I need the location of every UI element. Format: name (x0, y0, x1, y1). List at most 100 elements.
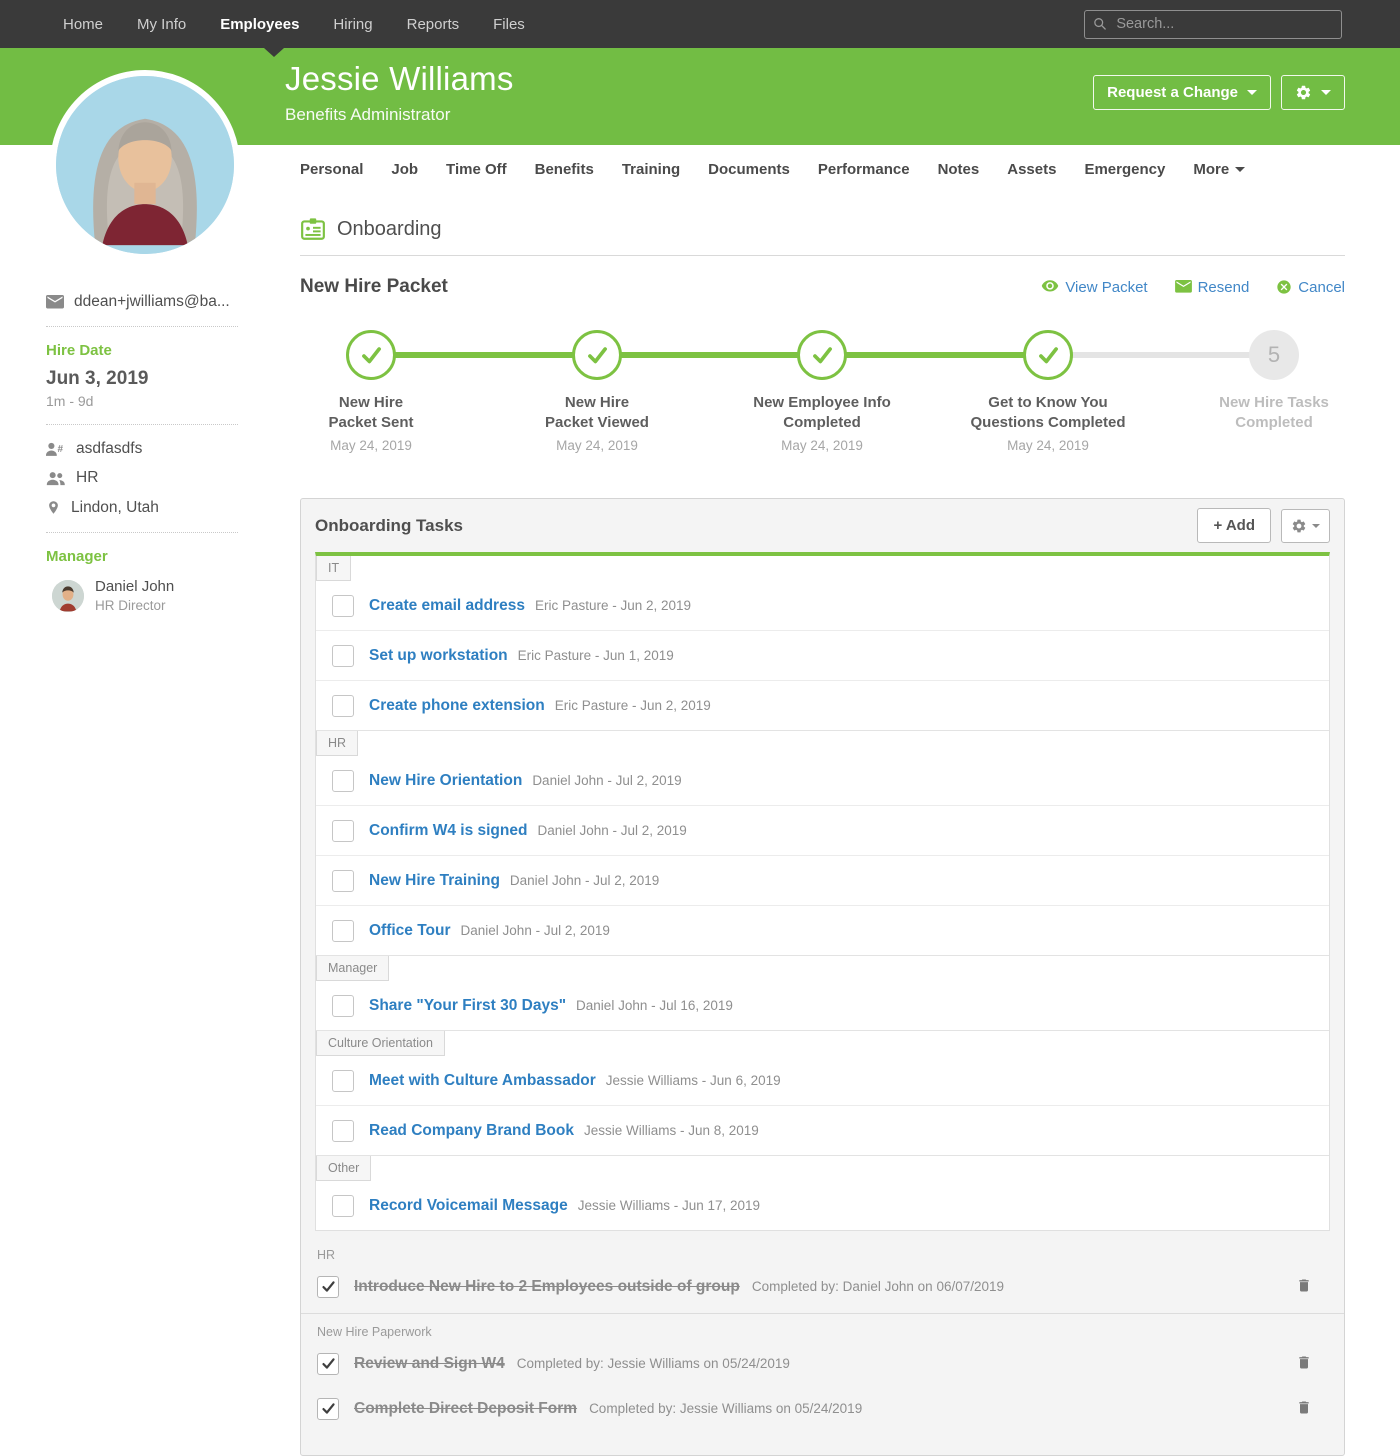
tab-emergency[interactable]: Emergency (1084, 161, 1165, 178)
task-checkbox[interactable] (332, 1194, 354, 1217)
resend-link[interactable]: Resend (1174, 279, 1249, 296)
task-link[interactable]: Confirm W4 is signed (369, 822, 527, 840)
task-link[interactable]: Set up workstation (369, 647, 508, 665)
task-checkbox[interactable] (332, 644, 354, 667)
search-box[interactable] (1084, 9, 1342, 39)
tab-more[interactable]: More (1193, 161, 1246, 178)
add-task-button[interactable]: + Add (1197, 508, 1271, 543)
nav-item-reports[interactable]: Reports (407, 16, 460, 33)
tab-documents[interactable]: Documents (708, 161, 790, 178)
employee-id-icon: # (46, 442, 64, 456)
task-checkbox-checked[interactable] (317, 1352, 339, 1375)
caret-down-icon (1321, 90, 1331, 95)
completed-group-hr: HR Introduce New Hire to 2 Employees outs… (301, 1237, 1344, 1313)
nav-item-hiring[interactable]: Hiring (333, 16, 372, 33)
task-link[interactable]: Office Tour (369, 922, 451, 940)
tab-notes[interactable]: Notes (938, 161, 980, 178)
task-link[interactable]: Read Company Brand Book (369, 1122, 574, 1140)
task-meta: Jessie Williams - Jun 6, 2019 (605, 1073, 781, 1088)
task-checkbox[interactable] (332, 994, 354, 1017)
task-row: Read Company Brand Book Jessie Williams -… (316, 1105, 1329, 1155)
step-date: May 24, 2019 (556, 438, 638, 453)
task-link[interactable]: Record Voicemail Message (369, 1197, 568, 1215)
task-meta: Eric Pasture - Jun 2, 2019 (554, 698, 711, 713)
cancel-link[interactable]: Cancel (1276, 279, 1345, 296)
caret-down-icon (1235, 167, 1246, 172)
task-group-it: IT Create email address Eric Pasture - Jun… (316, 556, 1329, 730)
completed-task-meta: Completed by: Daniel John on 06/07/2019 (751, 1279, 1005, 1294)
tab-job[interactable]: Job (391, 161, 418, 178)
step-check-icon (1039, 347, 1058, 364)
tab-assets[interactable]: Assets (1007, 161, 1056, 178)
step-check-icon (362, 347, 381, 364)
trash-icon (1299, 1401, 1309, 1413)
new-hire-packet-row: New Hire Packet View Packet Resend Cance… (300, 276, 1345, 298)
completed-group-label: New Hire Paperwork (317, 1325, 432, 1339)
stepper-step-new-hire-packet-sent: New Hire Packet Sent May 24, 2019 (271, 330, 471, 453)
onboarding-section-header: Onboarding (300, 216, 1345, 242)
step-number: 5 (1267, 342, 1281, 367)
main-content: Personal Job Time Off Benefits Training Docum… (300, 145, 1345, 1456)
header-settings-button[interactable] (1281, 75, 1345, 110)
task-group-manager: Manager Share "Your First 30 Days" Daniel … (316, 955, 1329, 1030)
step-check-icon (588, 347, 607, 364)
view-packet-link[interactable]: View Packet (1041, 279, 1148, 296)
cancel-circle-icon (1277, 280, 1291, 294)
employee-email[interactable]: ddean+jwilliams@ba... (74, 293, 230, 311)
tab-performance[interactable]: Performance (818, 161, 910, 178)
caret-down-icon (1247, 90, 1257, 95)
task-checkbox[interactable] (332, 919, 354, 942)
nav-item-home[interactable]: Home (63, 16, 103, 33)
task-link[interactable]: New Hire Training (369, 872, 500, 890)
nav-item-employees[interactable]: Employees (220, 16, 299, 33)
resend-envelope-icon (1174, 280, 1192, 293)
step-label-line1: New Hire (338, 394, 404, 411)
onboarding-badge-icon (301, 218, 325, 240)
manager-info: Daniel John HR Director (95, 578, 174, 613)
step-label-line2: Completed (1235, 414, 1313, 431)
task-row: Share "Your First 30 Days" Daniel John - … (316, 981, 1329, 1030)
task-card: IT Create email address Eric Pasture - Jun… (315, 552, 1330, 1231)
task-group-other: Other Record Voicemail Message Jessie Will… (316, 1155, 1329, 1230)
task-checkbox[interactable] (332, 819, 354, 842)
manager-name[interactable]: Daniel John (95, 578, 174, 595)
tab-personal[interactable]: Personal (300, 161, 363, 178)
tab-time-off[interactable]: Time Off (446, 161, 507, 178)
nav-item-files[interactable]: Files (493, 16, 525, 33)
delete-task-button[interactable] (1294, 1352, 1314, 1376)
task-checkbox[interactable] (332, 594, 354, 617)
step-pending-circle: 5 (1249, 330, 1299, 380)
task-link[interactable]: Create phone extension (369, 697, 545, 715)
task-checkbox[interactable] (332, 869, 354, 892)
tab-training[interactable]: Training (622, 161, 680, 178)
task-checkbox[interactable] (332, 769, 354, 792)
task-checkbox-checked[interactable] (317, 1397, 339, 1420)
tab-benefits[interactable]: Benefits (535, 161, 594, 178)
divider (46, 326, 238, 327)
task-link[interactable]: Create email address (369, 597, 525, 615)
request-a-change-button[interactable]: Request a Change (1093, 75, 1271, 110)
task-link[interactable]: Share "Your First 30 Days" (369, 997, 566, 1015)
checked-checkbox-icon (321, 1358, 335, 1369)
task-meta: Eric Pasture - Jun 1, 2019 (517, 648, 674, 663)
completed-task-row: Introduce New Hire to 2 Employees outsid… (315, 1264, 1330, 1309)
tasks-settings-button[interactable] (1281, 508, 1330, 543)
task-checkbox[interactable] (332, 694, 354, 717)
gear-icon (1292, 519, 1306, 532)
department-row: HR (46, 469, 280, 487)
step-label-line2: Completed (783, 414, 861, 431)
delete-task-button[interactable] (1294, 1397, 1314, 1421)
active-tab-pointer (264, 48, 284, 57)
search-input[interactable] (1114, 15, 1333, 33)
onboarding-tasks-panel: Onboarding Tasks + Add IT Create email ad… (300, 498, 1345, 1456)
task-meta: Eric Pasture - Jun 2, 2019 (534, 598, 692, 613)
task-checkbox[interactable] (332, 1069, 354, 1092)
task-link[interactable]: Meet with Culture Ambassador (369, 1072, 596, 1090)
task-link[interactable]: New Hire Orientation (369, 772, 522, 790)
task-row: Office Tour Daniel John - Jul 2, 2019 (316, 905, 1329, 955)
task-checkbox[interactable] (332, 1119, 354, 1142)
nav-item-my-info[interactable]: My Info (137, 16, 186, 33)
completed-group-label: HR (317, 1248, 336, 1262)
task-checkbox-checked[interactable] (317, 1275, 339, 1298)
delete-task-button[interactable] (1294, 1275, 1314, 1299)
